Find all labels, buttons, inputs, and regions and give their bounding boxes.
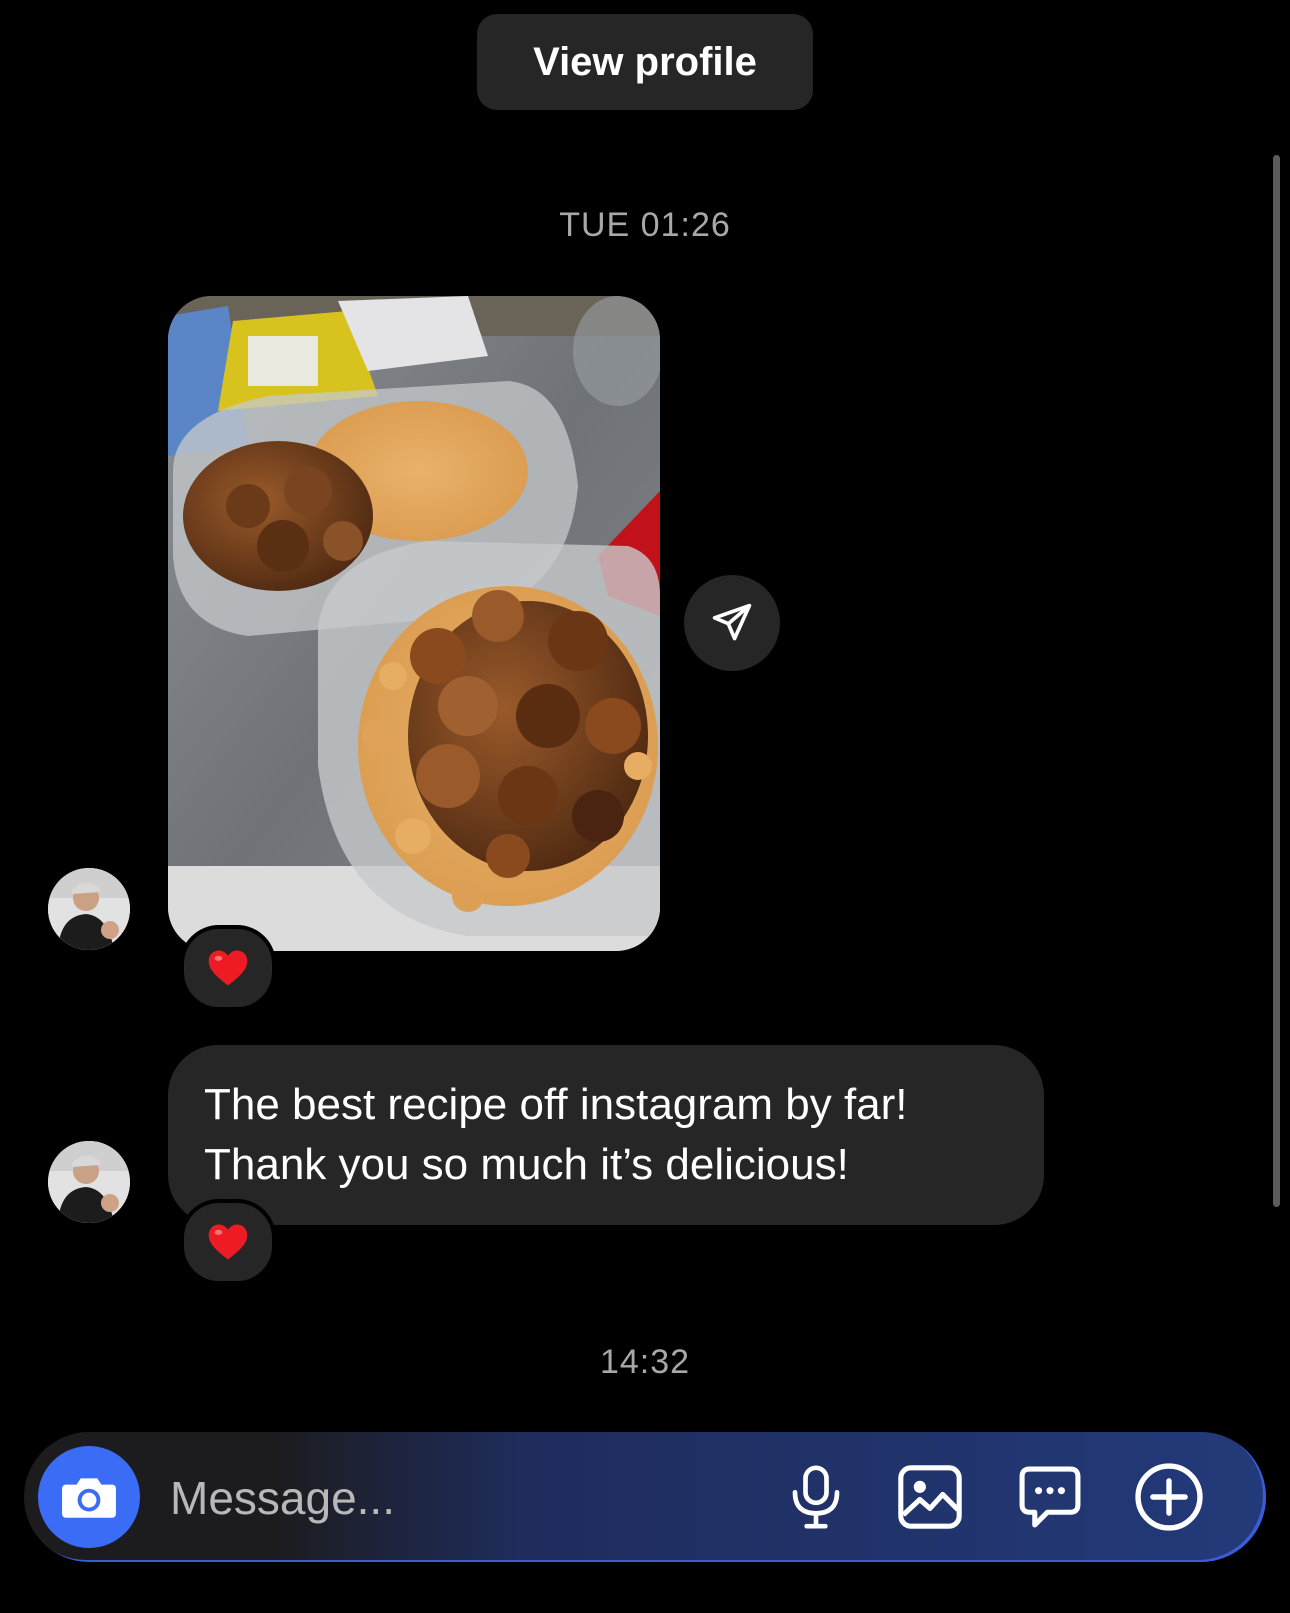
view-profile-button[interactable]: View profile (477, 14, 813, 110)
message-line-2: Thank you so much it’s delicious! (204, 1140, 849, 1189)
chat-bubble-icon (1019, 1466, 1081, 1528)
message-line-1: The best recipe off instagram by far! (204, 1080, 908, 1129)
microphone-icon (792, 1465, 840, 1529)
camera-button[interactable] (38, 1446, 140, 1548)
add-button[interactable] (1129, 1457, 1209, 1537)
food-photo (168, 296, 660, 951)
share-button[interactable] (684, 575, 780, 671)
camera-icon (62, 1478, 116, 1518)
avatar[interactable] (48, 1141, 130, 1223)
reaction-heart[interactable] (180, 925, 276, 1011)
timestamp: TUE 01:26 (559, 206, 731, 244)
gallery-button[interactable] (890, 1457, 970, 1537)
message-composer (24, 1432, 1266, 1562)
avatar-image (48, 868, 130, 950)
scrollbar[interactable] (1273, 155, 1280, 1207)
text-message-bubble[interactable]: The best recipe off instagram by far! Th… (168, 1045, 1044, 1225)
heart-icon (208, 950, 248, 986)
photo-message[interactable] (168, 296, 660, 951)
avatar[interactable] (48, 868, 130, 950)
microphone-button[interactable] (776, 1457, 856, 1537)
reaction-heart[interactable] (180, 1199, 276, 1285)
avatar-image (48, 1141, 130, 1223)
sticker-button[interactable] (1010, 1457, 1090, 1537)
plus-circle-icon (1135, 1463, 1203, 1531)
message-input[interactable] (168, 1462, 772, 1534)
timestamp: 14:32 (599, 1343, 691, 1381)
send-icon (712, 603, 752, 641)
heart-icon (208, 1224, 248, 1260)
image-icon (898, 1465, 962, 1529)
